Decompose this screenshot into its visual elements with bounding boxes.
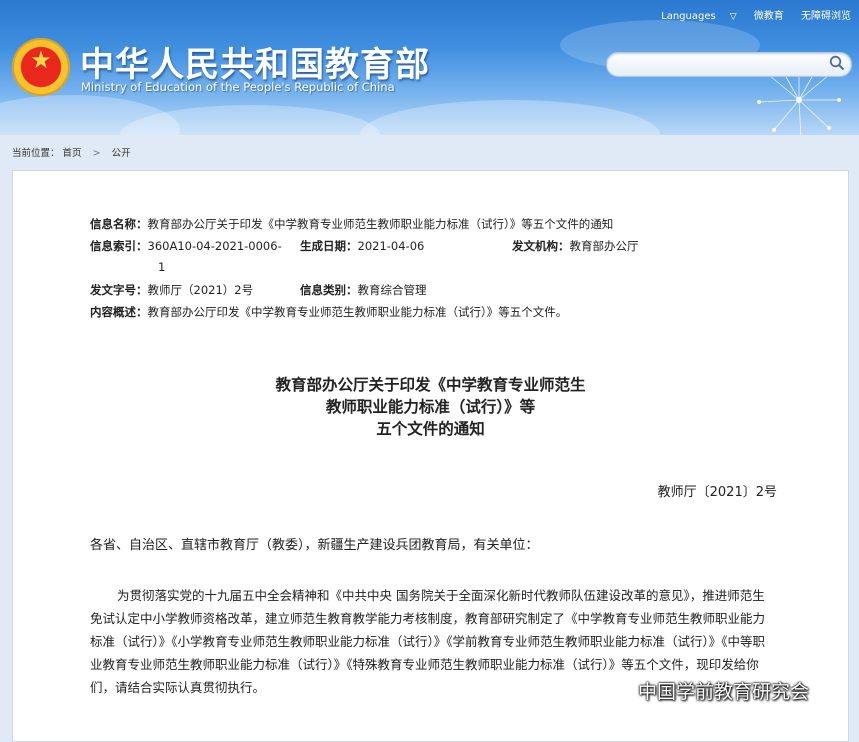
breadcrumb-section-link[interactable]: 公开 xyxy=(112,148,131,159)
wechat-watermark: 中国学前教育研究会 xyxy=(602,677,809,704)
document-title: 教育部办公厅关于印发《中学教育专业师范生 教师职业能力标准（试行）》等 五个文件… xyxy=(13,374,848,440)
meta-index-value-cont: 1 xyxy=(158,260,166,274)
breadcrumb-home-link[interactable]: 首页 xyxy=(63,148,82,159)
star-icon: ★ xyxy=(30,46,52,74)
breadcrumb-current-label: 当前位置： xyxy=(12,148,60,159)
meta-row-date: 生成日期：2021-04-06 xyxy=(300,238,424,254)
meta-summary-label: 内容概述： xyxy=(90,305,148,319)
breadcrumb-separator: > xyxy=(92,148,101,159)
meta-org-value: 教育部办公厅 xyxy=(569,239,639,253)
top-links: Languages ▽ 微教育 无障碍浏览 xyxy=(633,7,851,22)
meta-name-value: 教育部办公厅关于印发《中学教育专业师范生教师职业能力标准（试行）》等五个文件的通… xyxy=(147,217,614,231)
accessible-browse-link[interactable]: 无障碍浏览 xyxy=(801,11,851,22)
site-title-cn[interactable]: 中华人民共和国教育部 xyxy=(80,37,430,86)
meta-index-label: 信息索引： xyxy=(90,239,148,253)
watermark-text: 中国学前教育研究会 xyxy=(638,681,810,703)
meta-summary-value: 教育部办公厅印发《中学教育专业师范生教师职业能力标准（试行）》等五个文件。 xyxy=(147,305,568,319)
breadcrumb: 当前位置： 首页 > 公开 xyxy=(12,145,131,159)
search-icon[interactable] xyxy=(829,55,845,71)
search-box xyxy=(606,52,852,77)
site-title-en: Ministry of Education of the People's Re… xyxy=(81,80,395,94)
meta-row-summary: 内容概述：教育部办公厅印发《中学教育专业师范生教师职业能力标准（试行）》等五个文… xyxy=(90,304,567,320)
meta-docno-label: 发文字号： xyxy=(90,283,148,297)
document-title-line: 教育部办公厅关于印发《中学教育专业师范生 xyxy=(275,376,586,394)
document-title-line: 教师职业能力标准（试行）》等 xyxy=(325,398,536,416)
site-header: Languages ▽ 微教育 无障碍浏览 ★ 中华人民共和国教育部 Minist… xyxy=(0,0,859,135)
meta-name-label: 信息名称： xyxy=(90,217,148,231)
meta-category-label: 信息类别： xyxy=(300,283,358,297)
languages-link[interactable]: Languages ▽ xyxy=(647,11,736,22)
wechat-icon xyxy=(602,680,631,700)
meta-category-value: 教育综合管理 xyxy=(357,283,427,297)
meta-date-value: 2021-04-06 xyxy=(357,239,425,253)
document-addressee: 各省、自治区、直辖市教育厅（教委），新疆生产建设兵团教育局，有关单位： xyxy=(90,538,539,553)
header-cloud-decoration xyxy=(360,100,660,135)
content-panel: 信息名称：教育部办公厅关于印发《中学教育专业师范生教师职业能力标准（试行）》等五… xyxy=(12,170,849,742)
languages-label: Languages xyxy=(661,11,716,22)
meta-row-org: 发文机构：教育部办公厅 xyxy=(512,238,639,254)
meta-index-value: 360A10-04-2021-0006- xyxy=(147,239,282,253)
meta-org-label: 发文机构： xyxy=(512,239,570,253)
search-input[interactable] xyxy=(617,53,821,76)
weibo-link[interactable]: 微教育 xyxy=(754,11,784,22)
meta-row-index: 信息索引：360A10-04-2021-0006- xyxy=(90,238,282,254)
meta-row-category: 信息类别：教育综合管理 xyxy=(300,282,427,298)
meta-row-name: 信息名称：教育部办公厅关于印发《中学教育专业师范生教师职业能力标准（试行）》等五… xyxy=(90,216,613,232)
document-number: 教师厅〔2021〕2号 xyxy=(657,485,777,500)
document-title-line: 五个文件的通知 xyxy=(376,420,485,438)
meta-date-label: 生成日期： xyxy=(300,239,358,253)
chevron-down-icon: ▽ xyxy=(729,12,737,22)
national-emblem-logo: ★ xyxy=(12,38,70,96)
meta-row-docno: 发文字号：教师厅（2021）2号 xyxy=(90,282,253,298)
meta-docno-value: 教师厅（2021）2号 xyxy=(147,283,254,297)
